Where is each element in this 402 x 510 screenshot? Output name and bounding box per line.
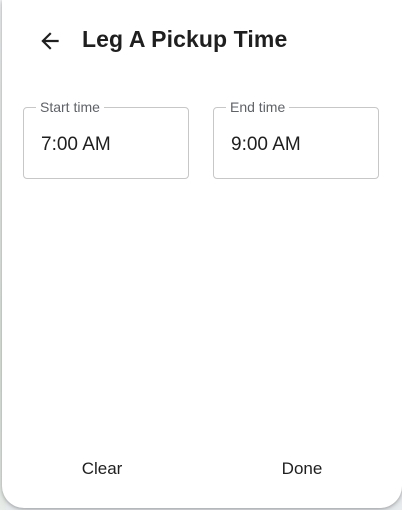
back-button[interactable] bbox=[32, 30, 68, 56]
clear-button[interactable]: Clear bbox=[64, 452, 140, 486]
start-time-value: 7:00 AM bbox=[41, 134, 111, 155]
done-button[interactable]: Done bbox=[264, 452, 340, 486]
dialog-title: Leg A Pickup Time bbox=[82, 26, 288, 52]
end-time-label: End time bbox=[226, 99, 290, 115]
end-time-value: 9:00 AM bbox=[231, 134, 301, 155]
start-time-field[interactable]: Start time 7:00 AM bbox=[23, 99, 189, 179]
start-time-label: Start time bbox=[36, 99, 104, 115]
end-time-field[interactable]: End time 9:00 AM bbox=[213, 99, 379, 179]
pickup-time-dialog: Leg A Pickup Time Start time 7:00 AM End… bbox=[2, 0, 402, 508]
arrow-left-icon bbox=[37, 28, 63, 59]
dialog-header: Leg A Pickup Time bbox=[2, 18, 402, 66]
